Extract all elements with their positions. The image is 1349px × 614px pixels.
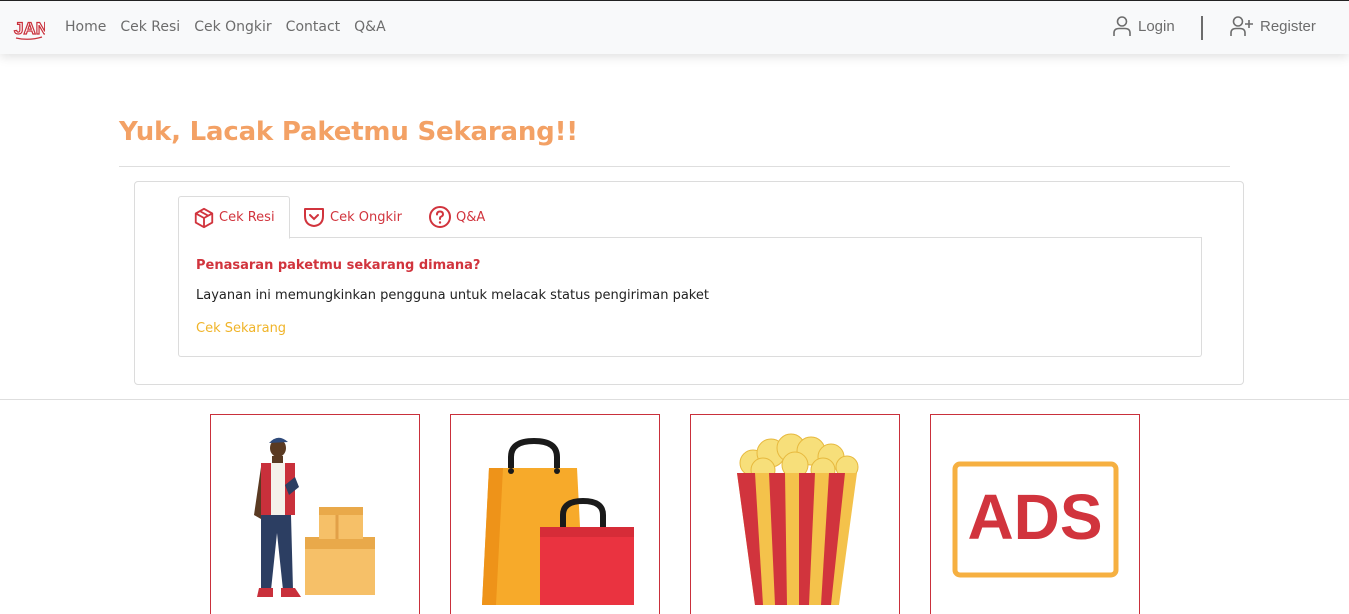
tab-qa[interactable]: Q&A [414,196,499,238]
promo-card-shopping[interactable] [450,414,660,614]
login-button[interactable]: Login [1112,15,1175,37]
panel-title: Penasaran paketmu sekarang dimana? [196,258,481,273]
tab-cek-resi[interactable]: Cek Resi [178,196,290,239]
user-icon [1113,16,1131,36]
register-label: Register [1260,17,1316,35]
section-divider [0,399,1349,400]
tab-cek-ongkir-label: Cek Ongkir [330,209,402,225]
pocket-icon [304,208,324,227]
promo-card-ads[interactable]: ADS [930,414,1140,614]
tracking-card: Cek Resi Cek Ongkir Q&A Penasaran paketm… [134,181,1244,385]
tab-qa-label: Q&A [456,209,486,225]
divider [119,166,1230,167]
box-icon [194,207,214,228]
tab-panel-cek-resi: Penasaran paketmu sekarang dimana? Layan… [178,238,1202,357]
nav-cek-resi-link[interactable]: Cek Resi [120,19,180,35]
user-plus-icon [1230,16,1253,36]
promo-card-courier[interactable] [210,414,420,614]
ads-text: ADS [967,481,1102,553]
ads-illustration: ADS [952,461,1119,578]
auth-divider [1201,16,1203,40]
brand-logo-text: JAN [14,19,45,38]
cek-sekarang-link[interactable]: Cek Sekarang [196,321,286,336]
tab-bar: Cek Resi Cek Ongkir Q&A [178,196,1202,239]
login-label: Login [1138,17,1175,35]
nav-contact-link[interactable]: Contact [286,19,340,35]
tab-cek-resi-label: Cek Resi [219,210,275,225]
nav-home-link[interactable]: Home [65,19,106,35]
popcorn-illustration [737,433,859,605]
page-title: Yuk, Lacak Paketmu Sekarang!! [119,117,578,147]
navbar: JAN Home Cek Resi Cek Ongkir Contact Q&A… [0,0,1349,54]
nav-cek-ongkir-link[interactable]: Cek Ongkir [194,19,271,35]
brand-logo[interactable]: JAN [13,14,45,42]
tab-cek-ongkir[interactable]: Cek Ongkir [288,196,416,238]
nav-qa-link[interactable]: Q&A [354,19,386,35]
nav-links: Home Cek Resi Cek Ongkir Contact Q&A [65,19,386,35]
question-circle-icon [429,206,451,228]
register-button[interactable]: Register [1230,15,1316,37]
shopping-bags-illustration [482,437,634,605]
promo-card-popcorn[interactable] [690,414,900,614]
panel-description: Layanan ini memungkinkan pengguna untuk … [196,288,709,303]
courier-with-boxes-illustration [254,437,375,597]
